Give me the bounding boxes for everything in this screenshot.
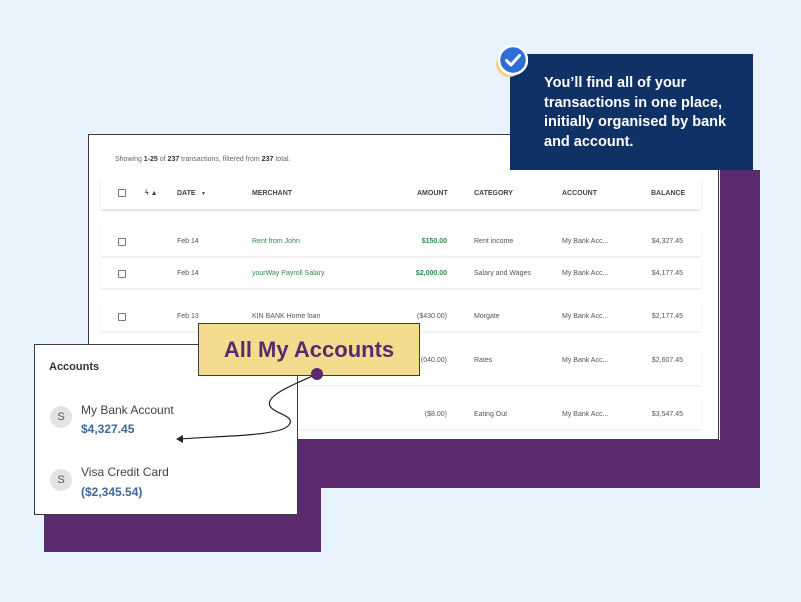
column-header-amount[interactable]: AMOUNT [417,190,448,197]
row-amount: ($8.00) [424,411,447,418]
row-date: Feb 13 [177,313,199,320]
row-merchant[interactable]: yourWay Payroll Salary [252,270,325,277]
row-category[interactable]: Eating Out [474,411,507,418]
select-all-checkbox[interactable] [118,189,126,197]
purple-backdrop-accounts [44,515,321,552]
row-account: My Bank Acc... [562,270,609,277]
purple-backdrop-bottom [318,440,760,488]
row-merchant[interactable]: Rent from John [252,238,300,245]
row-account: My Bank Acc... [562,357,609,364]
row-date: Feb 14 [177,238,199,245]
table-row[interactable]: Feb 14 Rent from John $150.00 Rent incom… [101,226,701,256]
row-account: My Bank Acc... [562,238,609,245]
row-balance: $3,547.45 [651,411,683,418]
table-row[interactable]: Feb 14 yourWay Payroll Salary $2,000.00 … [101,258,701,288]
row-checkbox[interactable] [118,270,126,278]
row-category[interactable]: Rent income [474,238,513,245]
account-name[interactable]: Visa Credit Card [81,465,169,479]
sort-desc-icon[interactable]: ▼ [201,191,206,197]
row-date: Feb 14 [177,270,199,277]
tooltip-callout: You’ll find all of your transactions in … [510,54,753,170]
row-balance: $4,327.45 [651,238,683,245]
column-header-date[interactable]: DATE [177,190,196,197]
row-category[interactable]: Rates [474,357,492,364]
transactions-summary: Showing 1-25 of 237 transactions, filter… [115,156,291,163]
table-header: ϟ ▲ DATE ▼ MERCHANT AMOUNT CATEGORY ACCO… [101,179,701,209]
check-badge-icon [496,44,528,77]
label-text: All My Accounts [223,336,395,362]
pointer-arrow-icon [176,368,323,443]
row-amount: $2,000.00 [415,270,447,277]
account-balance: ($2,345.54) [81,485,143,499]
row-amount: $150.00 [421,238,447,245]
account-avatar: S [50,406,72,428]
flag-column-icons: ϟ ▲ [145,190,158,197]
column-header-category[interactable]: CATEGORY [474,190,513,197]
column-header-account[interactable]: ACCOUNT [562,190,597,197]
row-category[interactable]: Morgate [474,313,500,320]
row-account: My Bank Acc... [562,313,609,320]
column-header-merchant[interactable]: MERCHANT [252,190,292,197]
row-amount: ($430.00) [417,313,447,320]
row-category[interactable]: Salary and Wages [474,270,531,277]
account-name[interactable]: My Bank Account [81,403,174,417]
purple-backdrop-accounts-side [298,440,321,552]
row-account: My Bank Acc... [562,411,609,418]
account-avatar: S [50,469,72,491]
row-balance: $2,177.45 [651,313,683,320]
tooltip-text: You’ll find all of your transactions in … [544,75,727,150]
row-amount: (040.00) [420,357,447,364]
row-balance: $4,177.45 [651,270,683,277]
row-merchant[interactable]: KIN BANK Home loan [252,313,320,320]
row-balance: $2,607.45 [651,357,683,364]
accounts-title: Accounts [49,361,100,373]
row-checkbox[interactable] [118,238,126,246]
row-checkbox[interactable] [118,313,126,321]
account-balance: $4,327.45 [81,422,135,436]
column-header-balance[interactable]: BALANCE [651,190,685,197]
